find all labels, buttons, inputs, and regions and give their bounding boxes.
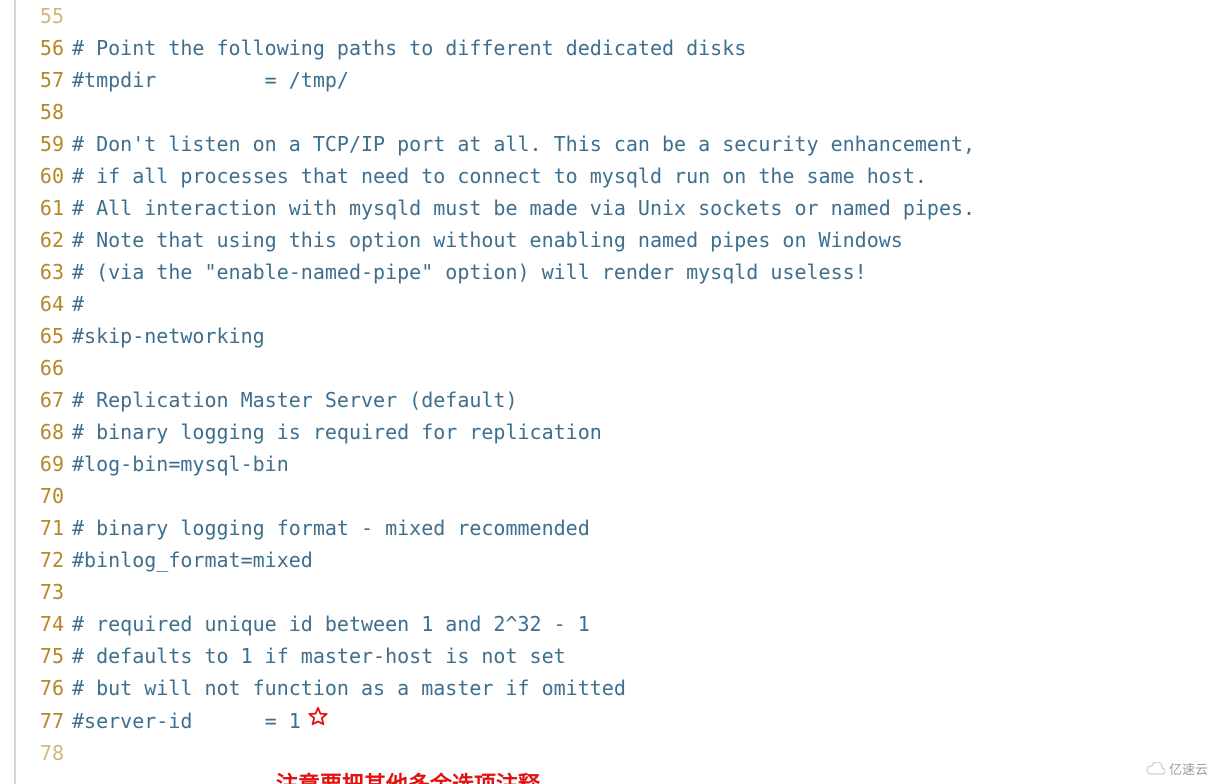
- line-text: #log-bin=mysql-bin: [72, 448, 289, 480]
- line-number: 62: [26, 224, 72, 256]
- code-line: 60# if all processes that need to connec…: [26, 160, 1216, 192]
- line-text: #tmpdir = /tmp/: [72, 64, 349, 96]
- code-editor: 5556# Point the following paths to diffe…: [14, 0, 1216, 784]
- code-line: 73: [26, 576, 1216, 608]
- line-text: # (via the "enable-named-pipe" option) w…: [72, 256, 867, 288]
- code-line: 64#: [26, 288, 1216, 320]
- line-number: 67: [26, 384, 72, 416]
- line-number: 61: [26, 192, 72, 224]
- line-number: 73: [26, 576, 72, 608]
- code-line: 70: [26, 480, 1216, 512]
- line-number: 55: [26, 0, 72, 32]
- line-number: 72: [26, 544, 72, 576]
- code-line: 61# All interaction with mysqld must be …: [26, 192, 1216, 224]
- code-line: 71# binary logging format - mixed recomm…: [26, 512, 1216, 544]
- line-text: # defaults to 1 if master-host is not se…: [72, 640, 566, 672]
- watermark-text: 亿速云: [1169, 759, 1208, 778]
- line-number: 75: [26, 640, 72, 672]
- code-line: 56# Point the following paths to differe…: [26, 32, 1216, 64]
- annotation-row: 注意要把其他多余选项注释: [26, 769, 1216, 784]
- code-line: 77#server-id = 1: [26, 704, 1216, 737]
- code-line: 57#tmpdir = /tmp/: [26, 64, 1216, 96]
- line-text: #server-id = 1: [72, 705, 301, 737]
- line-text: #: [72, 288, 84, 320]
- code-line: 68# binary logging is required for repli…: [26, 416, 1216, 448]
- line-number: 60: [26, 160, 72, 192]
- line-number: 64: [26, 288, 72, 320]
- line-number: 68: [26, 416, 72, 448]
- line-text: #binlog_format=mixed: [72, 544, 313, 576]
- line-number: 58: [26, 96, 72, 128]
- line-number: 59: [26, 128, 72, 160]
- code-line: 72#binlog_format=mixed: [26, 544, 1216, 576]
- code-line: 59# Don't listen on a TCP/IP port at all…: [26, 128, 1216, 160]
- code-line: 69#log-bin=mysql-bin: [26, 448, 1216, 480]
- line-number: 65: [26, 320, 72, 352]
- line-number: 56: [26, 32, 72, 64]
- line-text: #skip-networking: [72, 320, 265, 352]
- code-line: 63# (via the "enable-named-pipe" option)…: [26, 256, 1216, 288]
- code-line: 75# defaults to 1 if master-host is not …: [26, 640, 1216, 672]
- line-number: 57: [26, 64, 72, 96]
- code-line: 78: [26, 737, 1216, 769]
- line-text: # Note that using this option without en…: [72, 224, 903, 256]
- line-number: 66: [26, 352, 72, 384]
- line-text: # Don't listen on a TCP/IP port at all. …: [72, 128, 975, 160]
- code-line: 65#skip-networking: [26, 320, 1216, 352]
- star-icon: [301, 704, 329, 736]
- line-number: 69: [26, 448, 72, 480]
- code-line: 76# but will not function as a master if…: [26, 672, 1216, 704]
- watermark: 亿速云: [1145, 759, 1208, 778]
- line-text: # Point the following paths to different…: [72, 32, 746, 64]
- line-text: # binary logging format - mixed recommen…: [72, 512, 590, 544]
- code-line: 62# Note that using this option without …: [26, 224, 1216, 256]
- line-number: 71: [26, 512, 72, 544]
- line-text: # All interaction with mysqld must be ma…: [72, 192, 975, 224]
- line-text: # Replication Master Server (default): [72, 384, 518, 416]
- code-line: 74# required unique id between 1 and 2^3…: [26, 608, 1216, 640]
- line-number: 78: [26, 737, 72, 769]
- line-number: 76: [26, 672, 72, 704]
- line-text: # but will not function as a master if o…: [72, 672, 626, 704]
- line-text: # binary logging is required for replica…: [72, 416, 602, 448]
- code-line: 66: [26, 352, 1216, 384]
- code-line: 58: [26, 96, 1216, 128]
- line-text: # if all processes that need to connect …: [72, 160, 927, 192]
- annotation-text: 注意要把其他多余选项注释: [26, 769, 540, 784]
- line-number: 77: [26, 705, 72, 737]
- code-line: 67# Replication Master Server (default): [26, 384, 1216, 416]
- line-text: # required unique id between 1 and 2^32 …: [72, 608, 590, 640]
- line-number: 74: [26, 608, 72, 640]
- line-number: 70: [26, 480, 72, 512]
- line-number: 63: [26, 256, 72, 288]
- code-line: 55: [26, 0, 1216, 32]
- cloud-icon: [1145, 762, 1165, 776]
